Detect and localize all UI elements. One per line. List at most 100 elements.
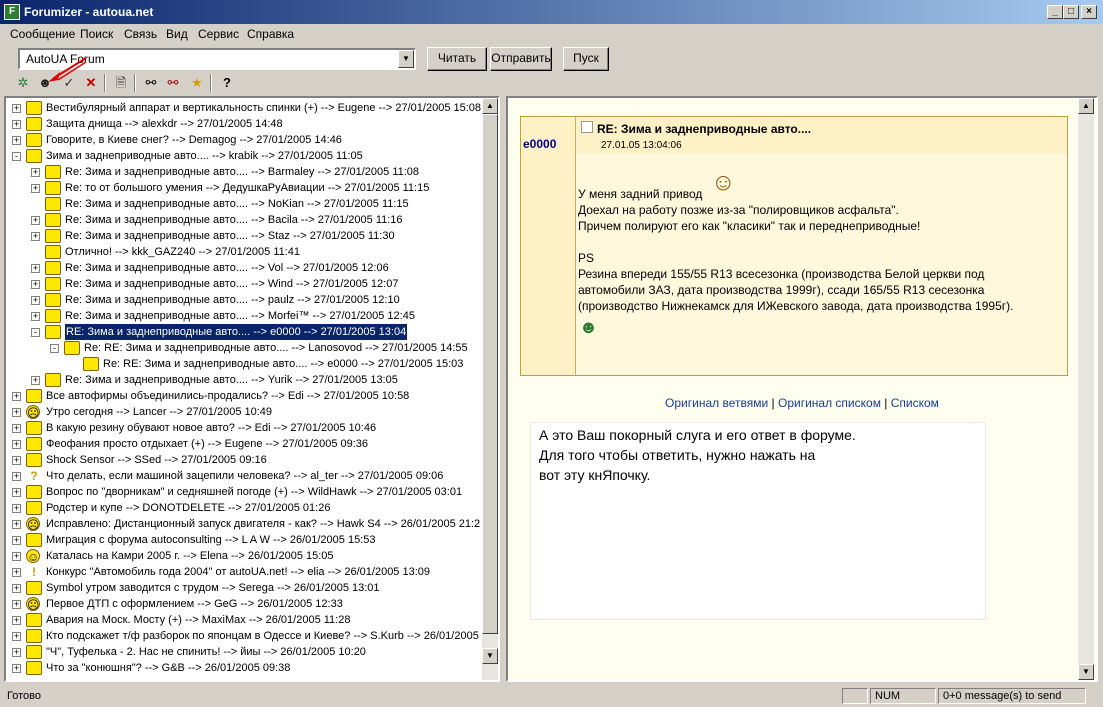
document-icon[interactable]: 🗎 (112, 74, 130, 92)
message-body-line: Резина впереди 155/55 R13 всесезонка (пр… (578, 267, 985, 281)
tree-scrollbar[interactable]: ▲ ▼ (482, 98, 498, 680)
expand-icon[interactable]: + (12, 424, 21, 433)
expand-icon[interactable]: + (31, 312, 40, 321)
scroll-thumb[interactable] (482, 114, 498, 634)
book-icon (26, 389, 42, 403)
expand-icon[interactable]: + (12, 104, 21, 113)
book-icon (26, 645, 42, 659)
menu-service[interactable]: Сервис (198, 27, 239, 41)
menu-search[interactable]: Поиск (80, 27, 113, 41)
scroll-down-icon[interactable]: ▼ (1078, 664, 1094, 680)
tree-item-label: Re: Зима и заднеприводные авто.... --> N… (65, 198, 409, 210)
thread-tree[interactable]: + Вестибулярный аппарат и вертикальность … (4, 96, 500, 682)
expand-icon[interactable]: + (12, 568, 21, 577)
tree-item-label: Вестибулярный аппарат и вертикальность с… (46, 102, 482, 114)
expand-icon[interactable]: + (12, 584, 21, 593)
expand-icon[interactable]: + (12, 600, 21, 609)
book-icon (45, 229, 61, 243)
expand-icon[interactable]: + (12, 504, 21, 513)
expand-icon[interactable]: + (12, 136, 21, 145)
close-button[interactable]: × (1081, 5, 1097, 19)
tree-item-label: Re: Зима и заднеприводные авто.... --> p… (65, 294, 400, 306)
book-icon (45, 261, 61, 275)
book-icon (26, 581, 42, 595)
expand-icon[interactable]: + (31, 280, 40, 289)
message-scrollbar[interactable]: ▲ ▼ (1078, 98, 1094, 680)
tree-sync-icon[interactable]: ✲ (14, 74, 32, 92)
tree-item-label: Вопрос по "дворникам" и седняшней погоде… (46, 486, 463, 498)
tree-item-label: RE: Зима и заднеприводные авто.... --> e… (63, 323, 409, 341)
chevron-down-icon[interactable]: ▼ (398, 50, 414, 68)
app-icon[interactable]: F (4, 4, 20, 20)
scroll-down-icon[interactable]: ▼ (482, 648, 498, 664)
tree-item-label: Миграция с форума autoconsulting --> L A… (46, 534, 376, 546)
expand-icon[interactable]: + (31, 232, 40, 241)
expand-icon[interactable]: + (31, 296, 40, 305)
book-icon (45, 245, 61, 259)
expand-icon[interactable]: + (12, 392, 21, 401)
expand-icon[interactable]: + (12, 456, 21, 465)
collapse-icon[interactable]: - (31, 328, 40, 337)
expand-icon[interactable]: + (12, 664, 21, 673)
tree-item-label: Авария на Моск. Мосту (+) --> MaxiMax --… (46, 614, 351, 626)
tree-item-label: Утро сегодня --> Lancer --> 27/01/2005 1… (46, 406, 273, 418)
expand-icon[interactable]: + (12, 632, 21, 641)
expand-icon[interactable]: + (12, 616, 21, 625)
tree-item-label: Зима и заднеприводные авто.... --> krabi… (46, 150, 363, 162)
minimize-button[interactable]: _ (1047, 5, 1063, 19)
expand-icon[interactable]: + (31, 376, 40, 385)
tree-item-label: Исправлено: Дистанционный запуск двигате… (46, 518, 481, 530)
help-icon[interactable]: ? (218, 74, 236, 92)
maximize-button[interactable]: □ (1063, 5, 1079, 19)
expand-icon[interactable]: + (12, 120, 21, 129)
book-icon (26, 453, 42, 467)
collapse-icon[interactable]: - (12, 152, 21, 161)
expand-icon[interactable]: + (12, 648, 21, 657)
tree-item-label: Говорите, в Киеве снег? --> Demagog --> … (46, 134, 342, 146)
collapse-icon[interactable]: - (50, 344, 59, 353)
scroll-up-icon[interactable]: ▲ (482, 98, 498, 114)
message-card: e0000 RE: Зима и заднеприводные авто....… (520, 116, 1068, 376)
view-links: Оригинал ветвями | Оригинал списком | Сп… (506, 396, 1098, 410)
expand-icon[interactable]: + (12, 552, 21, 561)
smiley-icon: ☹ (26, 517, 40, 532)
read-button[interactable]: Читать (427, 47, 487, 71)
expand-icon[interactable]: + (12, 472, 21, 481)
status-empty (842, 688, 868, 704)
tree-item-label: "Ч", Туфелька - 2. Нас не спинить! --> й… (46, 646, 366, 658)
expand-icon[interactable]: + (12, 520, 21, 529)
menu-message[interactable]: Сообщение (10, 27, 75, 41)
expand-icon[interactable]: + (12, 536, 21, 545)
annotation-line: Для того чтобы ответить, нужно нажать на (539, 447, 816, 463)
send-button[interactable]: Отправить (490, 47, 552, 71)
expand-icon[interactable]: + (31, 168, 40, 177)
expand-icon[interactable]: + (12, 408, 21, 417)
star-icon[interactable]: ★ (188, 74, 206, 92)
message-header: RE: Зима и заднеприводные авто.... 27.01… (577, 117, 1067, 153)
start-button[interactable]: Пуск (563, 47, 609, 71)
link-separator: | (771, 396, 775, 410)
question-icon: ! (32, 565, 36, 579)
expand-icon[interactable]: + (31, 264, 40, 273)
tree-item-label: Конкурс "Автомобиль года 2004" от autoUA… (46, 566, 431, 578)
message-checkbox[interactable] (581, 121, 593, 133)
expand-icon[interactable]: + (12, 488, 21, 497)
find-next-icon[interactable]: ⚯ (164, 74, 182, 92)
book-icon (45, 181, 61, 195)
tree-item-label: Symbol утром заводится с трудом --> Sere… (46, 582, 380, 594)
toolbar-separator (104, 74, 106, 92)
expand-icon[interactable]: + (31, 216, 40, 225)
binoculars-icon[interactable]: ⚯ (142, 74, 160, 92)
link-list[interactable]: Списком (891, 396, 939, 410)
link-original-branches[interactable]: Оригинал ветвями (665, 396, 768, 410)
expand-icon[interactable]: + (12, 440, 21, 449)
menu-connection[interactable]: Связь (124, 27, 157, 41)
message-body-line: автомобили ЗАЗ, дата производства 1999г)… (578, 283, 985, 297)
scroll-up-icon[interactable]: ▲ (1078, 98, 1094, 114)
menu-view[interactable]: Вид (166, 27, 188, 41)
message-author[interactable]: e0000 (523, 137, 556, 151)
book-icon (26, 421, 42, 435)
menu-help[interactable]: Справка (247, 27, 294, 41)
link-original-list[interactable]: Оригинал списком (778, 396, 881, 410)
expand-icon[interactable]: + (31, 184, 40, 193)
